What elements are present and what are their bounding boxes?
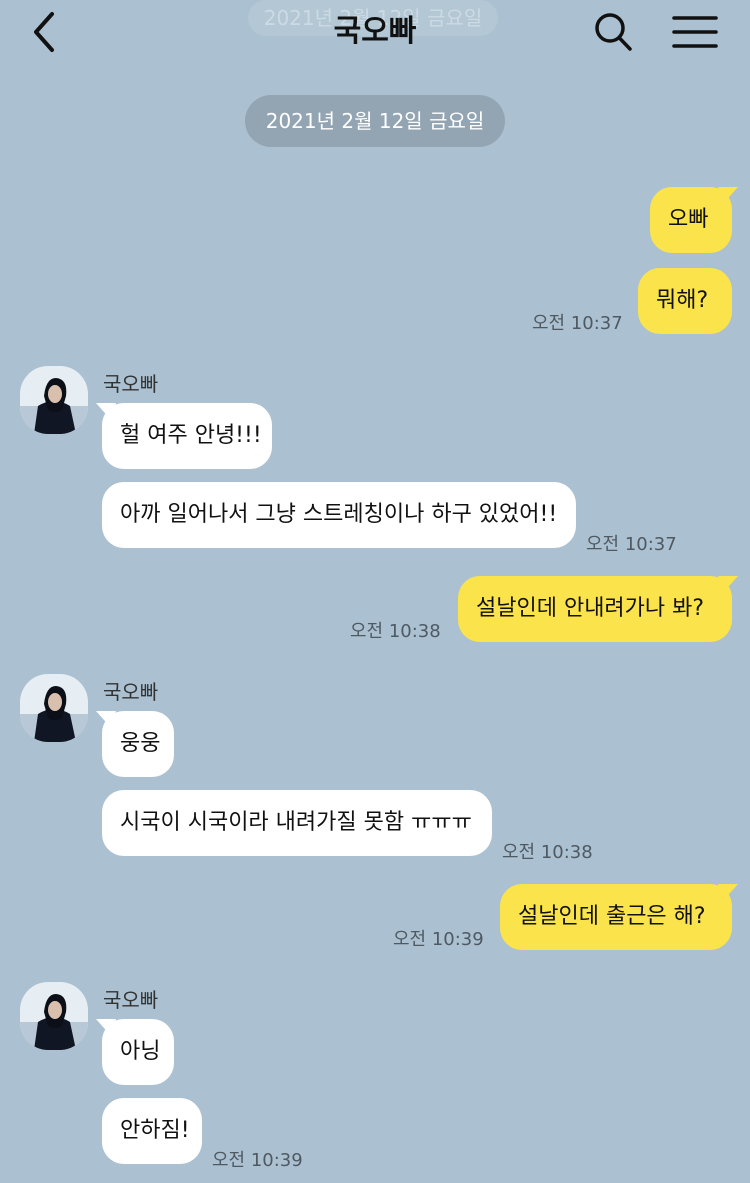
other-message-bubble[interactable]: 시국이 시국이라 내려가질 못함 ㅠㅠㅠ xyxy=(102,790,492,856)
my-message-bubble[interactable]: 뭐해? xyxy=(638,268,732,334)
message-time: 오전 10:38 xyxy=(502,842,593,863)
search-icon xyxy=(595,13,632,51)
my-message-bubble[interactable]: 설날인데 안내려가나 봐? xyxy=(458,576,738,642)
other-message-bubble[interactable]: 아까 일어나서 그냥 스트레칭이나 하구 있었어!! xyxy=(102,482,576,548)
avatar[interactable] xyxy=(20,674,88,742)
chevron-left-icon xyxy=(34,12,54,52)
date-divider: 2021년 2월 12일 금요일 xyxy=(245,95,505,147)
hamburger-menu-icon xyxy=(672,16,718,48)
my-message-bubble[interactable]: 오빠 xyxy=(650,187,738,253)
message-time: 오전 10:38 xyxy=(350,621,441,642)
message-text: 아닝 xyxy=(120,1039,161,1064)
message-text: 헐 여주 안녕!!! xyxy=(120,423,262,448)
my-message-bubble[interactable]: 설날인데 출근은 해? xyxy=(500,884,738,950)
sender-name: 국오빠 xyxy=(103,680,159,704)
bubble-tail-icon xyxy=(718,576,738,594)
bubble-tail-icon xyxy=(96,1019,116,1037)
sender-name: 국오빠 xyxy=(103,372,159,396)
message-text: 뭐해? xyxy=(656,288,709,313)
bubble-tail-icon xyxy=(718,884,738,902)
search-button[interactable] xyxy=(588,8,638,56)
sender-name: 국오빠 xyxy=(103,988,159,1012)
message-time: 오전 10:39 xyxy=(212,1150,303,1171)
scrolled-date-indicator: 2021년 2월 12일 금요일 xyxy=(248,0,498,36)
message-text: 오빠 xyxy=(668,207,709,232)
message-text: 안하짐! xyxy=(120,1118,190,1143)
menu-button[interactable] xyxy=(668,8,722,56)
message-text: 시국이 시국이라 내려가질 못함 ㅠㅠㅠ xyxy=(120,810,472,835)
message-time: 오전 10:37 xyxy=(586,534,677,555)
avatar[interactable] xyxy=(20,366,88,434)
bubble-tail-icon xyxy=(96,711,116,729)
bubble-tail-icon xyxy=(96,403,116,421)
message-time: 오전 10:39 xyxy=(393,929,484,950)
other-message-bubble[interactable]: 안하짐! xyxy=(102,1098,202,1164)
back-button[interactable] xyxy=(24,10,68,54)
chat-header: 2021년 2월 12일 금요일 국오빠 xyxy=(0,0,750,64)
other-message-bubble[interactable]: 헐 여주 안녕!!! xyxy=(96,403,272,469)
other-message-bubble[interactable]: 웅웅 xyxy=(96,711,174,777)
message-time: 오전 10:37 xyxy=(532,313,623,334)
message-text: 아까 일어나서 그냥 스트레칭이나 하구 있었어!! xyxy=(120,502,558,527)
message-text: 설날인데 안내려가나 봐? xyxy=(476,596,705,621)
avatar[interactable] xyxy=(20,982,88,1050)
message-text: 웅웅 xyxy=(120,731,161,756)
message-text: 설날인데 출근은 해? xyxy=(518,904,706,929)
other-message-bubble[interactable]: 아닝 xyxy=(96,1019,174,1085)
bubble-tail-icon xyxy=(718,187,738,205)
